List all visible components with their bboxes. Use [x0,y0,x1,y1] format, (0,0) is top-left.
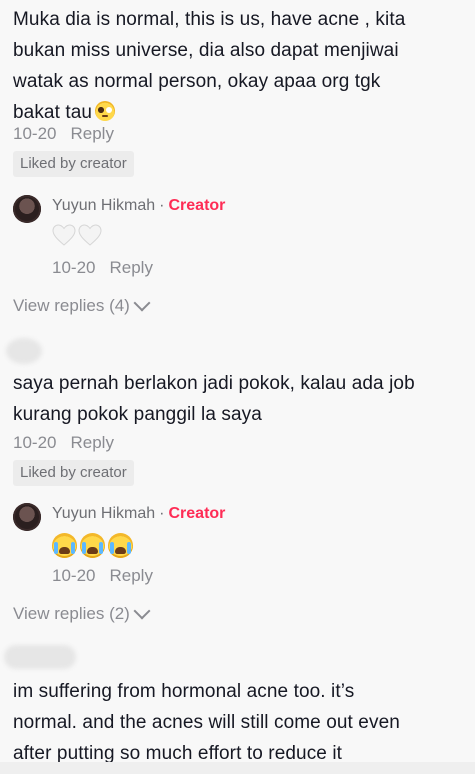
creator-name-line: Yuyun Hikmah · Creator [52,505,225,523]
comment-1-meta: 10-20 Reply [13,124,114,144]
separator-dot: · [159,197,165,214]
comment-2-text: saya pernah berlakon jadi pokok, kalau a… [13,368,473,430]
comment-text-line: normal. and the acnes will still come ou… [13,712,400,733]
creator-badge: Creator [168,505,226,522]
view-replies-button[interactable]: View replies (2) [13,602,151,624]
chevron-down-icon [133,602,151,620]
creator-reply-emojis [52,224,102,246]
creator-name[interactable]: Yuyun Hikmah [52,505,155,522]
comment-1-text: Muka dia is normal, this is us, have acn… [13,4,473,128]
view-replies-label: View replies (4) [13,296,130,315]
comment-input-bar[interactable] [0,762,475,774]
comment-text-line: watak as normal person, okay apaa org tg… [13,71,381,92]
creator-reply-emojis [52,533,133,558]
reply-date: 10-20 [52,258,96,277]
crying-face-icon [108,533,133,558]
reply-button[interactable]: Reply [109,258,152,277]
comment-text-line: saya pernah berlakon jadi pokok, kalau a… [13,373,415,394]
creator-name[interactable]: Yuyun Hikmah [52,197,155,214]
creator-reply-meta: 10-20 Reply [52,258,153,278]
comment-date: 10-20 [13,433,57,452]
comment-text-line: im suffering from hormonal acne too. it’… [13,681,355,702]
reply-button[interactable]: Reply [109,566,152,585]
commenter-avatar[interactable] [6,338,42,364]
reply-button[interactable]: Reply [70,124,113,143]
creator-avatar[interactable] [13,503,41,531]
comment-text-segment: bakat tau [13,102,93,123]
reply-date: 10-20 [52,566,96,585]
pleading-face-icon [95,101,116,121]
view-replies-label: View replies (2) [13,604,130,623]
chevron-down-icon [133,294,151,312]
view-replies-button[interactable]: View replies (4) [13,294,151,316]
crying-face-icon [80,533,105,558]
white-heart-icon [78,224,102,246]
comment-date: 10-20 [13,124,57,143]
crying-face-icon [52,533,77,558]
comment-text-line: bukan miss universe, dia also dapat menj… [13,40,399,61]
creator-reply-meta: 10-20 Reply [52,566,153,586]
separator-dot: · [159,505,165,522]
comment-2-meta: 10-20 Reply [13,433,114,453]
creator-name-line: Yuyun Hikmah · Creator [52,197,225,215]
creator-badge: Creator [168,197,226,214]
comment-text-line: kurang pokok panggil la saya [13,404,262,425]
liked-by-creator-badge: Liked by creator [13,460,134,486]
liked-by-creator-badge: Liked by creator [13,151,134,177]
creator-avatar[interactable] [13,195,41,223]
reply-button[interactable]: Reply [70,433,113,452]
comment-3-text: im suffering from hormonal acne too. it’… [13,676,473,769]
comment-text-line: Muka dia is normal, this is us, have acn… [13,9,406,30]
commenter-name-blurred[interactable] [4,645,76,669]
white-heart-icon [52,224,76,246]
